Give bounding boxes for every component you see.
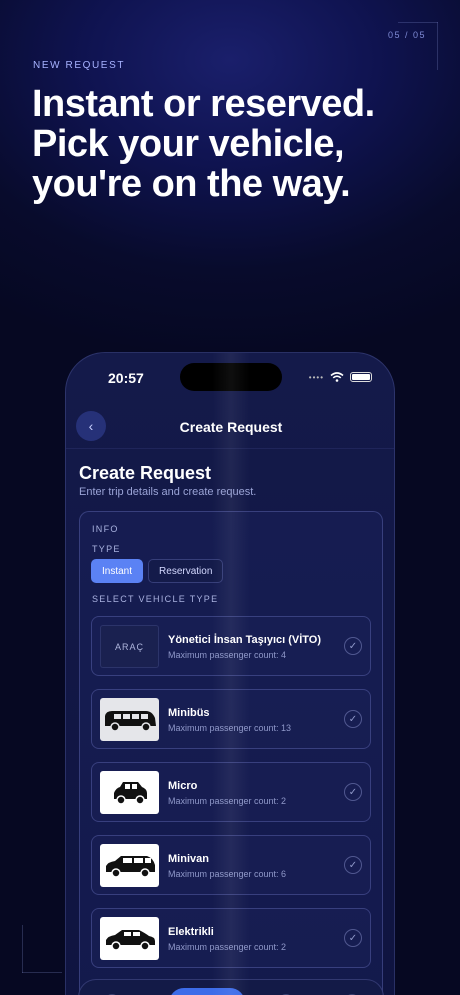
vehicle-option[interactable]: ARAÇ Yönetici İnsan Taşıyıcı (VİTO) Maxi… (91, 616, 371, 676)
micro-car-icon (100, 771, 159, 814)
tab-bar (78, 979, 384, 995)
battery-icon (350, 372, 372, 382)
page-title: Create Request (79, 463, 212, 483)
type-reservation-button[interactable]: Reservation (148, 559, 224, 583)
vehicle-option[interactable]: Micro Maximum passenger count: 2 ✓ (91, 762, 371, 822)
type-label: TYPE (92, 544, 121, 554)
signal-icon: •••• (308, 372, 324, 382)
vehicle-name: Elektrikli (168, 926, 214, 938)
page-subtitle: Enter trip details and create request. (79, 486, 257, 498)
vehicle-option[interactable]: Minibüs Maximum passenger count: 13 ✓ (91, 689, 371, 749)
tab-item-active[interactable] (169, 988, 245, 995)
navbar: ‹ Create Request (66, 409, 394, 449)
electric-car-icon (100, 917, 159, 960)
vehicle-name: Yönetici İnsan Taşıyıcı (VİTO) (168, 634, 322, 646)
vehicle-list: ARAÇ Yönetici İnsan Taşıyıcı (VİTO) Maxi… (91, 616, 371, 981)
headline-line: Instant or reserved. (32, 83, 375, 125)
page-counter: 05 / 05 (387, 30, 426, 40)
corner-decoration (398, 22, 438, 23)
vehicle-capacity: Maximum passenger count: 6 (168, 869, 287, 879)
dynamic-island (180, 363, 282, 391)
wifi-icon (330, 372, 344, 382)
check-icon[interactable]: ✓ (344, 710, 362, 728)
vehicle-thumbnail-placeholder: ARAÇ (100, 625, 159, 668)
check-icon[interactable]: ✓ (344, 929, 362, 947)
check-icon[interactable]: ✓ (344, 783, 362, 801)
headline: Instant or reserved. Pick your vehicle, … (32, 84, 432, 204)
vehicle-type-label: SELECT VEHICLE TYPE (92, 594, 219, 604)
check-icon[interactable]: ✓ (344, 637, 362, 655)
vehicle-name: Micro (168, 780, 198, 792)
vehicle-capacity: Maximum passenger count: 2 (168, 796, 287, 806)
vehicle-capacity: Maximum passenger count: 2 (168, 942, 287, 952)
vehicle-capacity: Maximum passenger count: 13 (168, 723, 292, 733)
type-toggle: Instant Reservation (91, 559, 224, 583)
corner-decoration (22, 925, 23, 973)
vehicle-capacity: Maximum passenger count: 4 (168, 650, 287, 660)
vehicle-name: Minivan (168, 853, 209, 865)
corner-decoration (22, 972, 62, 973)
headline-line: you're on the way. (32, 163, 351, 205)
nav-title: Create Request (179, 419, 283, 435)
minibus-icon (100, 698, 159, 741)
vehicle-name: Minibüs (168, 707, 210, 719)
status-time: 20:57 (108, 370, 144, 386)
status-icons: •••• (309, 372, 372, 382)
vehicle-option[interactable]: Minivan Maximum passenger count: 6 ✓ (91, 835, 371, 895)
minivan-icon (100, 844, 159, 887)
eyebrow-label: NEW REQUEST (33, 60, 126, 71)
headline-line: Pick your vehicle, (32, 123, 345, 165)
info-label: INFO (92, 524, 119, 534)
check-icon[interactable]: ✓ (344, 856, 362, 874)
type-instant-button[interactable]: Instant (91, 559, 144, 583)
info-card: INFO TYPE Instant Reservation SELECT VEH… (79, 511, 383, 995)
corner-decoration (437, 22, 438, 70)
vehicle-option[interactable]: Elektrikli Maximum passenger count: 2 ✓ (91, 908, 371, 968)
phone-mockup: 20:57 •••• ‹ Create Request Create Reque… (65, 352, 395, 995)
